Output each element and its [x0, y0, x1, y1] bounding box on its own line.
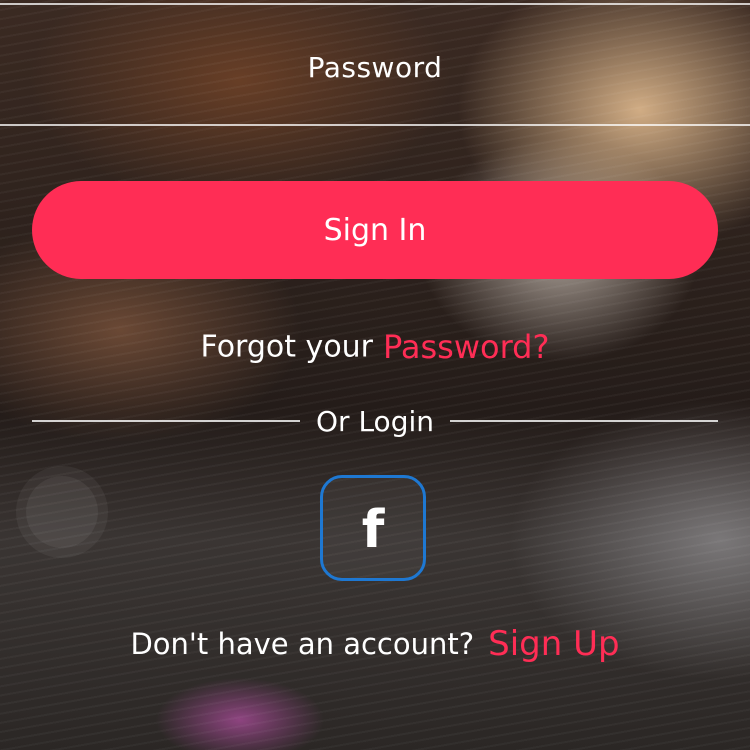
divider-line-left: [32, 420, 300, 422]
login-screen: Sign In Forgot your Password? Or Login f …: [0, 0, 750, 750]
or-login-label: Or Login: [316, 404, 434, 438]
or-login-divider: Or Login: [32, 400, 718, 442]
sign-up-link[interactable]: Sign Up: [488, 624, 619, 664]
sign-up-row: Don't have an account? Sign Up: [0, 624, 750, 664]
forgot-password-row: Forgot your Password?: [0, 328, 750, 366]
login-form: Sign In Forgot your Password? Or Login f …: [0, 0, 750, 750]
field-divider-top: [0, 3, 750, 5]
forgot-password-prefix: Forgot your: [200, 329, 374, 365]
sign-in-button[interactable]: Sign In: [32, 181, 718, 279]
forgot-password-link[interactable]: Password?: [383, 328, 549, 366]
sign-up-prompt: Don't have an account?: [130, 627, 475, 661]
facebook-icon: f: [361, 500, 385, 560]
password-field-container: [0, 30, 750, 126]
password-input[interactable]: [73, 44, 677, 90]
divider-line-right: [450, 420, 718, 422]
facebook-login-button[interactable]: f: [320, 475, 426, 581]
